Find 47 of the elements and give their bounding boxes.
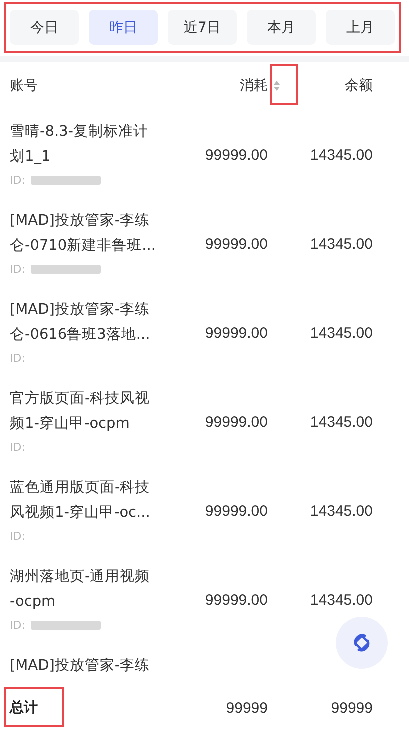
account-name: 雪晴-8.3-复制标准计 xyxy=(10,123,150,142)
table-cell-text: 14345.00 xyxy=(309,236,373,252)
table-cell-text: 14345.00 xyxy=(309,592,373,608)
account-id: ID: xyxy=(10,352,26,364)
date-tab[interactable]: 今日 xyxy=(10,10,79,45)
redaction-blur xyxy=(31,264,102,274)
account-name: [MAD]投放管家-李练 xyxy=(10,300,152,320)
table-cell-text: 99999.00 xyxy=(204,592,268,608)
table-cell-text: 99999.00 xyxy=(204,414,268,430)
account-id: ID: xyxy=(10,440,26,454)
account-name: 湖州落地页-通用视频 xyxy=(10,568,152,587)
table-cell-text: 99999.00 xyxy=(204,324,268,342)
table-cell-text: 14345.00 xyxy=(309,414,373,430)
column-header: 账号 xyxy=(10,77,38,95)
account-name: [MAD]投放管家-李练 xyxy=(10,656,152,676)
date-tab[interactable]: 昨日 xyxy=(89,10,158,45)
account-name: 仑-0616鲁班3落地... xyxy=(10,326,152,345)
account-name: [MAD]投放管家-李练 xyxy=(10,212,152,231)
account-id: ID: xyxy=(10,530,26,542)
table-cell-text: 99999.00 xyxy=(204,146,268,164)
account-id: ID: xyxy=(10,174,26,186)
date-tab[interactable]: 上月 xyxy=(326,10,395,45)
column-header: 消耗 xyxy=(240,77,268,95)
table-cell-text: 14345.00 xyxy=(309,324,373,342)
account-id: ID: xyxy=(10,618,26,632)
table-cell-text: 99999.00 xyxy=(204,502,268,520)
account-name: -ocpm xyxy=(10,593,57,612)
table-cell-text: 14345.00 xyxy=(309,146,373,164)
date-tab[interactable]: 本月 xyxy=(247,10,316,45)
date-tab[interactable]: 近7日 xyxy=(168,10,237,45)
table-cell-text: 14345.00 xyxy=(309,502,373,520)
account-name: 频1-穿山甲-ocpm xyxy=(10,414,131,434)
total-balance: 99999 xyxy=(330,700,373,716)
total-cost: 99999 xyxy=(225,700,268,716)
redaction-blur xyxy=(31,176,102,184)
highlight-frame xyxy=(4,687,64,727)
account-name: 划1_1 xyxy=(10,148,52,167)
account-name: 仑-0710新建非鲁班... xyxy=(10,236,157,256)
account-name: 蓝色通用版页面-科技 xyxy=(10,479,152,498)
account-id: ID: xyxy=(10,262,26,276)
account-name: 风视频1-穿山甲-oc... xyxy=(10,504,152,523)
account-name: 官方版页面-科技风视 xyxy=(10,390,152,409)
highlight-frame xyxy=(270,64,298,105)
column-header: 余额 xyxy=(345,77,373,95)
table-cell-text: 99999.00 xyxy=(204,236,268,252)
total-label: 总计 xyxy=(10,700,38,716)
redaction-blur xyxy=(31,620,102,630)
